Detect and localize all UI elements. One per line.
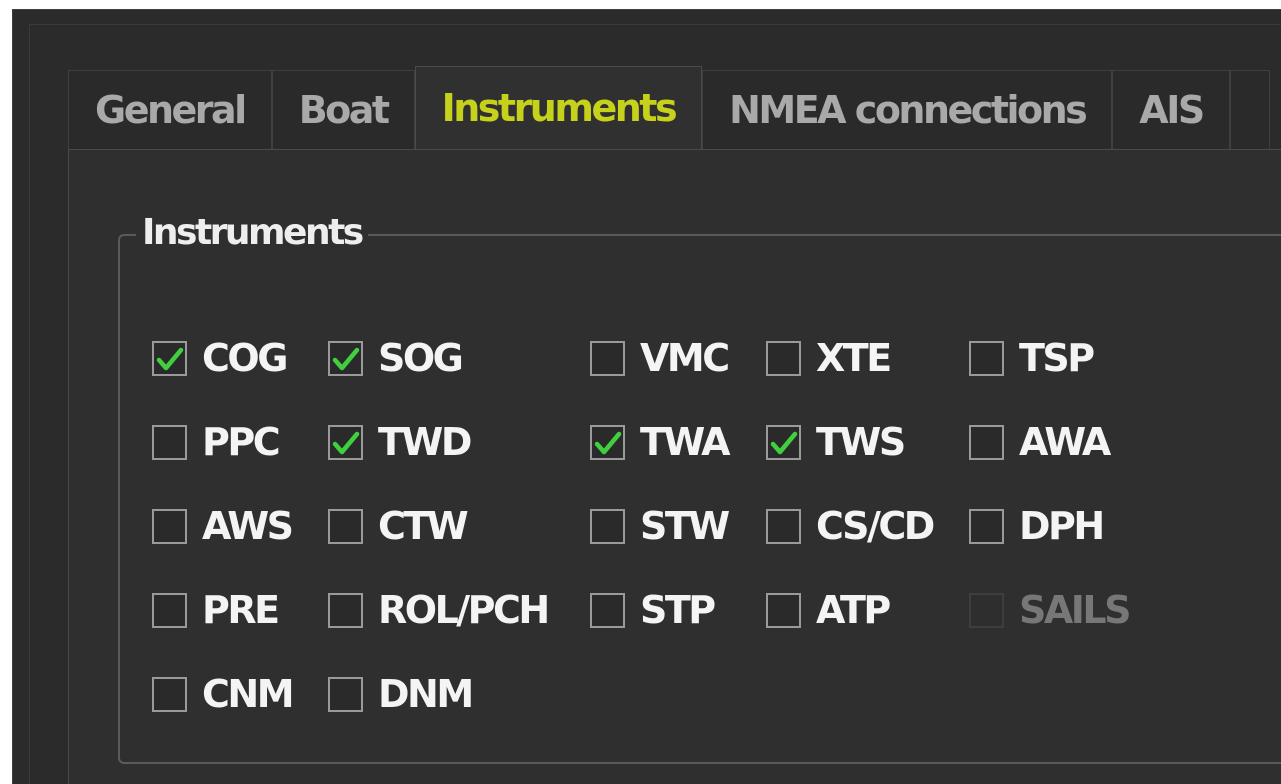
check-mark-icon [332, 431, 360, 454]
checkbox-box[interactable] [969, 508, 1004, 544]
checkbox-box[interactable] [328, 676, 363, 712]
check-mark-icon [770, 431, 798, 454]
checkbox-label: STP [640, 588, 716, 632]
tab-bar: General Boat Instruments NMEA connection… [68, 66, 1270, 150]
check-mark-icon [156, 347, 184, 370]
instrument-cs-cd-checkbox[interactable]: CS/CD [766, 501, 935, 551]
instrument-vmc-checkbox[interactable]: VMC [590, 333, 730, 383]
checkbox-box[interactable] [328, 592, 363, 628]
groupbox-title: Instruments [136, 211, 368, 255]
checkbox-box[interactable] [328, 424, 363, 460]
instrument-ctw-checkbox[interactable]: CTW [328, 501, 469, 551]
instrument-dnm-checkbox[interactable]: DNM [328, 669, 474, 719]
checkbox-label: VMC [640, 336, 730, 380]
tab-boat[interactable]: Boat [271, 70, 415, 150]
checkbox-label: CTW [378, 504, 469, 548]
checkbox-label: SAILS [1019, 588, 1132, 632]
tab-general[interactable]: General [68, 70, 272, 150]
instrument-ppc-checkbox[interactable]: PPC [152, 417, 281, 467]
checkbox-box[interactable] [969, 424, 1004, 460]
checkbox-label: SOG [378, 336, 464, 380]
checkbox-label: PRE [202, 588, 280, 632]
checkbox-label: CNM [202, 672, 295, 716]
checkbox-label: AWA [1019, 420, 1111, 464]
checkbox-box[interactable] [152, 676, 187, 712]
instrument-cog-checkbox[interactable]: COG [152, 333, 288, 383]
checkbox-box[interactable] [152, 508, 187, 544]
checkbox-box[interactable] [766, 424, 801, 460]
checkbox-label: PPC [202, 420, 281, 464]
instrument-cnm-checkbox[interactable]: CNM [152, 669, 295, 719]
checkbox-box[interactable] [328, 340, 363, 376]
instrument-stw-checkbox[interactable]: STW [590, 501, 730, 551]
tab-instruments[interactable]: Instruments [414, 66, 703, 150]
checkbox-box[interactable] [152, 424, 187, 460]
checkbox-label: TSP [1019, 336, 1095, 380]
instruments-tab-panel: Instruments COG SOG VMC XTE TSP PPC TWD TWA TWS A… [68, 149, 1281, 784]
checkbox-label: DNM [378, 672, 474, 716]
checkbox-label: DPH [1019, 504, 1105, 548]
tab-nmea-connections[interactable]: NMEA connections [702, 70, 1113, 150]
instrument-tws-checkbox[interactable]: TWS [766, 417, 906, 467]
checkbox-label: TWA [640, 420, 731, 464]
checkbox-label: XTE [816, 336, 892, 380]
tab-ais[interactable]: AIS [1112, 70, 1230, 150]
instrument-awa-checkbox[interactable]: AWA [969, 417, 1111, 467]
checkbox-box[interactable] [590, 592, 625, 628]
checkbox-label: TWD [378, 420, 472, 464]
instrument-sog-checkbox[interactable]: SOG [328, 333, 464, 383]
instrument-twd-checkbox[interactable]: TWD [328, 417, 472, 467]
instrument-pre-checkbox[interactable]: PRE [152, 585, 280, 635]
instrument-twa-checkbox[interactable]: TWA [590, 417, 731, 467]
instrument-tsp-checkbox[interactable]: TSP [969, 333, 1095, 383]
instrument-atp-checkbox[interactable]: ATP [766, 585, 891, 635]
checkbox-label: COG [202, 336, 288, 380]
instrument-dph-checkbox[interactable]: DPH [969, 501, 1105, 551]
checkbox-box[interactable] [152, 340, 187, 376]
check-mark-icon [332, 347, 360, 370]
checkbox-box[interactable] [152, 592, 187, 628]
instrument-stp-checkbox[interactable]: STP [590, 585, 716, 635]
checkbox-box[interactable] [590, 424, 625, 460]
instruments-groupbox: Instruments COG SOG VMC XTE TSP PPC TWD TWA TWS A… [118, 211, 1281, 764]
checkbox-box[interactable] [969, 340, 1004, 376]
instrument-xte-checkbox[interactable]: XTE [766, 333, 892, 383]
checkbox-box[interactable] [590, 508, 625, 544]
checkbox-label: ROL/PCH [378, 588, 550, 632]
checkbox-label: TWS [816, 420, 906, 464]
checkbox-label: ATP [816, 588, 891, 632]
checkbox-label: AWS [202, 504, 294, 548]
checkbox-box[interactable] [766, 340, 801, 376]
instrument-aws-checkbox[interactable]: AWS [152, 501, 294, 551]
checkbox-box[interactable] [766, 508, 801, 544]
instrument-sails-checkbox: SAILS [969, 585, 1132, 635]
checkbox-box[interactable] [590, 340, 625, 376]
checkbox-box[interactable] [766, 592, 801, 628]
instrument-rol-pch-checkbox[interactable]: ROL/PCH [328, 585, 550, 635]
checkbox-box [969, 592, 1004, 628]
check-mark-icon [594, 431, 622, 454]
checkbox-label: STW [640, 504, 730, 548]
checkbox-label: CS/CD [816, 504, 935, 548]
checkbox-box[interactable] [328, 508, 363, 544]
settings-window: General Boat Instruments NMEA connection… [12, 9, 1281, 784]
tab-overflow-partial[interactable] [1229, 70, 1270, 150]
